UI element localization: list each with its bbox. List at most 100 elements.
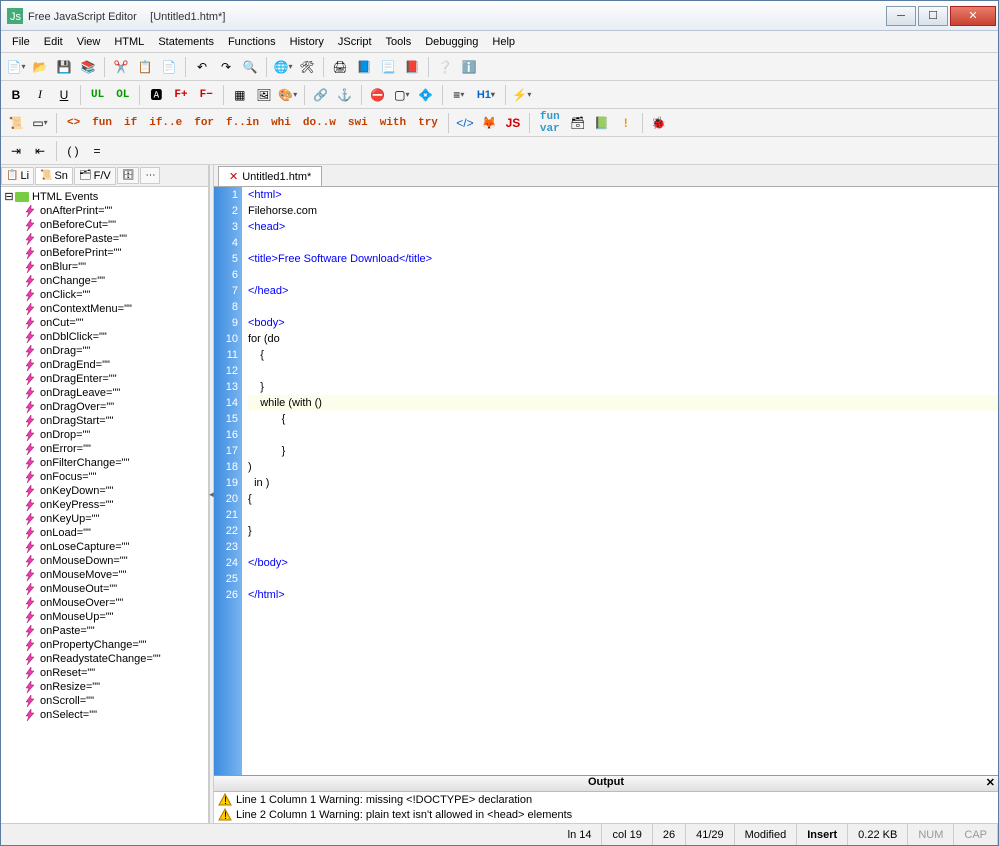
find-button[interactable]: 🔍 bbox=[239, 56, 261, 78]
export-button[interactable]: 📕 bbox=[401, 56, 423, 78]
code-body[interactable]: <html>Filehorse.com<head><title>Free Sof… bbox=[242, 187, 998, 775]
var-button[interactable]: funvar bbox=[535, 112, 565, 134]
tree-item[interactable]: onBeforeCut="" bbox=[3, 218, 206, 232]
tag-button[interactable]: </> bbox=[454, 112, 476, 134]
db-button[interactable]: 🗃 bbox=[567, 112, 589, 134]
tab-more[interactable]: ⋯ bbox=[140, 167, 160, 184]
tree-root[interactable]: ⊟ HTML Events bbox=[3, 189, 206, 204]
menu-help[interactable]: Help bbox=[485, 34, 522, 50]
menubar[interactable]: FileEditViewHTMLStatementsFunctionsHisto… bbox=[1, 31, 998, 53]
tree-item[interactable]: onMouseDown="" bbox=[3, 554, 206, 568]
indent-button[interactable]: ⇥ bbox=[5, 140, 27, 162]
menu-functions[interactable]: Functions bbox=[221, 34, 283, 50]
fox-icon[interactable]: 🦊 bbox=[478, 112, 500, 134]
tree-item[interactable]: onBlur="" bbox=[3, 260, 206, 274]
tree-item[interactable]: onMouseOver="" bbox=[3, 596, 206, 610]
brackets-button[interactable]: = bbox=[86, 140, 108, 162]
outdent-button[interactable]: ⇤ bbox=[29, 140, 51, 162]
titlebar[interactable]: Js Free JavaScript Editor [Untitled1.htm… bbox=[1, 1, 998, 31]
image-button[interactable]: 🖼 bbox=[253, 84, 275, 106]
bug-button[interactable]: 🐞 bbox=[648, 112, 670, 134]
tree-item[interactable]: onMouseOut="" bbox=[3, 582, 206, 596]
script-button[interactable]: 📜 bbox=[5, 112, 27, 134]
keyword-fin[interactable]: f..in bbox=[221, 112, 264, 134]
new-button[interactable]: 📄▾ bbox=[5, 56, 27, 78]
copy-button[interactable]: 📋 bbox=[134, 56, 156, 78]
tree-item[interactable]: onScroll="" bbox=[3, 694, 206, 708]
tab-sn[interactable]: 📜Sn bbox=[35, 167, 73, 185]
font-dec-button[interactable]: F− bbox=[195, 84, 218, 106]
tree-item[interactable]: onClick="" bbox=[3, 288, 206, 302]
close-tab-icon[interactable]: ✕ bbox=[229, 170, 238, 183]
tab-fv[interactable]: 🗂F/V bbox=[74, 167, 116, 185]
underline-button[interactable]: U bbox=[53, 84, 75, 106]
fontcolor-button[interactable]: 🅰 bbox=[145, 84, 167, 106]
tree-item[interactable]: onSelect="" bbox=[3, 708, 206, 722]
tree-panel[interactable]: ⊟ HTML Events onAfterPrint=""onBeforeCut… bbox=[1, 187, 208, 823]
redo-button[interactable]: ↷ bbox=[215, 56, 237, 78]
open-button[interactable]: 📂 bbox=[29, 56, 51, 78]
tree-item[interactable]: onLoad="" bbox=[3, 526, 206, 540]
tree-item[interactable]: onLoseCapture="" bbox=[3, 540, 206, 554]
menu-history[interactable]: History bbox=[283, 34, 331, 50]
bold-button[interactable]: B bbox=[5, 84, 27, 106]
tab-li[interactable]: 📋Li bbox=[1, 167, 34, 185]
tree-item[interactable]: onReadystateChange="" bbox=[3, 652, 206, 666]
tree-item[interactable]: onDblClick="" bbox=[3, 330, 206, 344]
menu-tools[interactable]: Tools bbox=[379, 34, 419, 50]
close-button[interactable]: ✕ bbox=[950, 6, 996, 26]
web-button[interactable]: 🌐▾ bbox=[272, 56, 294, 78]
menu-edit[interactable]: Edit bbox=[37, 34, 70, 50]
tree-item[interactable]: onBeforePrint="" bbox=[3, 246, 206, 260]
keyword-dow[interactable]: do..w bbox=[298, 112, 341, 134]
link-button[interactable]: 🔗 bbox=[310, 84, 332, 106]
stop-button[interactable]: ⛔ bbox=[367, 84, 389, 106]
code-editor[interactable]: 1234567891011121314151617181920212223242… bbox=[214, 187, 998, 775]
keyword-if[interactable]: if bbox=[119, 112, 142, 134]
tree-item[interactable]: onCut="" bbox=[3, 316, 206, 330]
help-button[interactable]: ❔ bbox=[434, 56, 456, 78]
preview-button[interactable]: 📘 bbox=[353, 56, 375, 78]
menu-file[interactable]: File bbox=[5, 34, 37, 50]
anchor-button[interactable]: ⚓ bbox=[334, 84, 356, 106]
maximize-button[interactable]: ☐ bbox=[918, 6, 948, 26]
ol-button[interactable]: OL bbox=[111, 84, 134, 106]
border-button[interactable]: ▢▾ bbox=[391, 84, 413, 106]
tree-item[interactable]: onAfterPrint="" bbox=[3, 204, 206, 218]
js-icon[interactable]: JS bbox=[502, 112, 524, 134]
menu-view[interactable]: View bbox=[70, 34, 108, 50]
tree-item[interactable]: onChange="" bbox=[3, 274, 206, 288]
output-line[interactable]: !Line 1 Column 1 Warning: missing <!DOCT… bbox=[214, 792, 998, 807]
menu-statements[interactable]: Statements bbox=[151, 34, 221, 50]
font-inc-button[interactable]: F+ bbox=[169, 84, 192, 106]
tree-item[interactable]: onContextMenu="" bbox=[3, 302, 206, 316]
tree-item[interactable]: onPropertyChange="" bbox=[3, 638, 206, 652]
tab-db[interactable]: 🗄 bbox=[117, 167, 140, 184]
tree-item[interactable]: onDrop="" bbox=[3, 428, 206, 442]
tree-item[interactable]: onBeforePaste="" bbox=[3, 232, 206, 246]
keyword-whi[interactable]: whi bbox=[266, 112, 296, 134]
tree-item[interactable]: onKeyPress="" bbox=[3, 498, 206, 512]
saveall-button[interactable]: 📚 bbox=[77, 56, 99, 78]
tree-item[interactable]: onError="" bbox=[3, 442, 206, 456]
tree-item[interactable]: onFilterChange="" bbox=[3, 456, 206, 470]
palette-button[interactable]: 🎨▾ bbox=[277, 84, 299, 106]
tree-item[interactable]: onDrag="" bbox=[3, 344, 206, 358]
wand-button[interactable]: ⚡▾ bbox=[511, 84, 533, 106]
book-button[interactable]: 📗 bbox=[591, 112, 613, 134]
box-button[interactable]: ▭▾ bbox=[29, 112, 51, 134]
heading-button[interactable]: H1▾ bbox=[472, 84, 500, 106]
tree-item[interactable]: onDragEnter="" bbox=[3, 372, 206, 386]
keyword-swi[interactable]: swi bbox=[343, 112, 373, 134]
keyword-for[interactable]: for bbox=[189, 112, 219, 134]
undo-button[interactable]: ↶ bbox=[191, 56, 213, 78]
alert-button[interactable]: ! bbox=[615, 112, 637, 134]
info-button[interactable]: ℹ️ bbox=[458, 56, 480, 78]
tree-item[interactable]: onDragOver="" bbox=[3, 400, 206, 414]
menu-debugging[interactable]: Debugging bbox=[418, 34, 485, 50]
tree-item[interactable]: onMouseUp="" bbox=[3, 610, 206, 624]
icon-button[interactable]: 💠 bbox=[415, 84, 437, 106]
tree-item[interactable]: onDragLeave="" bbox=[3, 386, 206, 400]
editor-tab[interactable]: ✕ Untitled1.htm* bbox=[218, 166, 322, 186]
tree-item[interactable]: onReset="" bbox=[3, 666, 206, 680]
